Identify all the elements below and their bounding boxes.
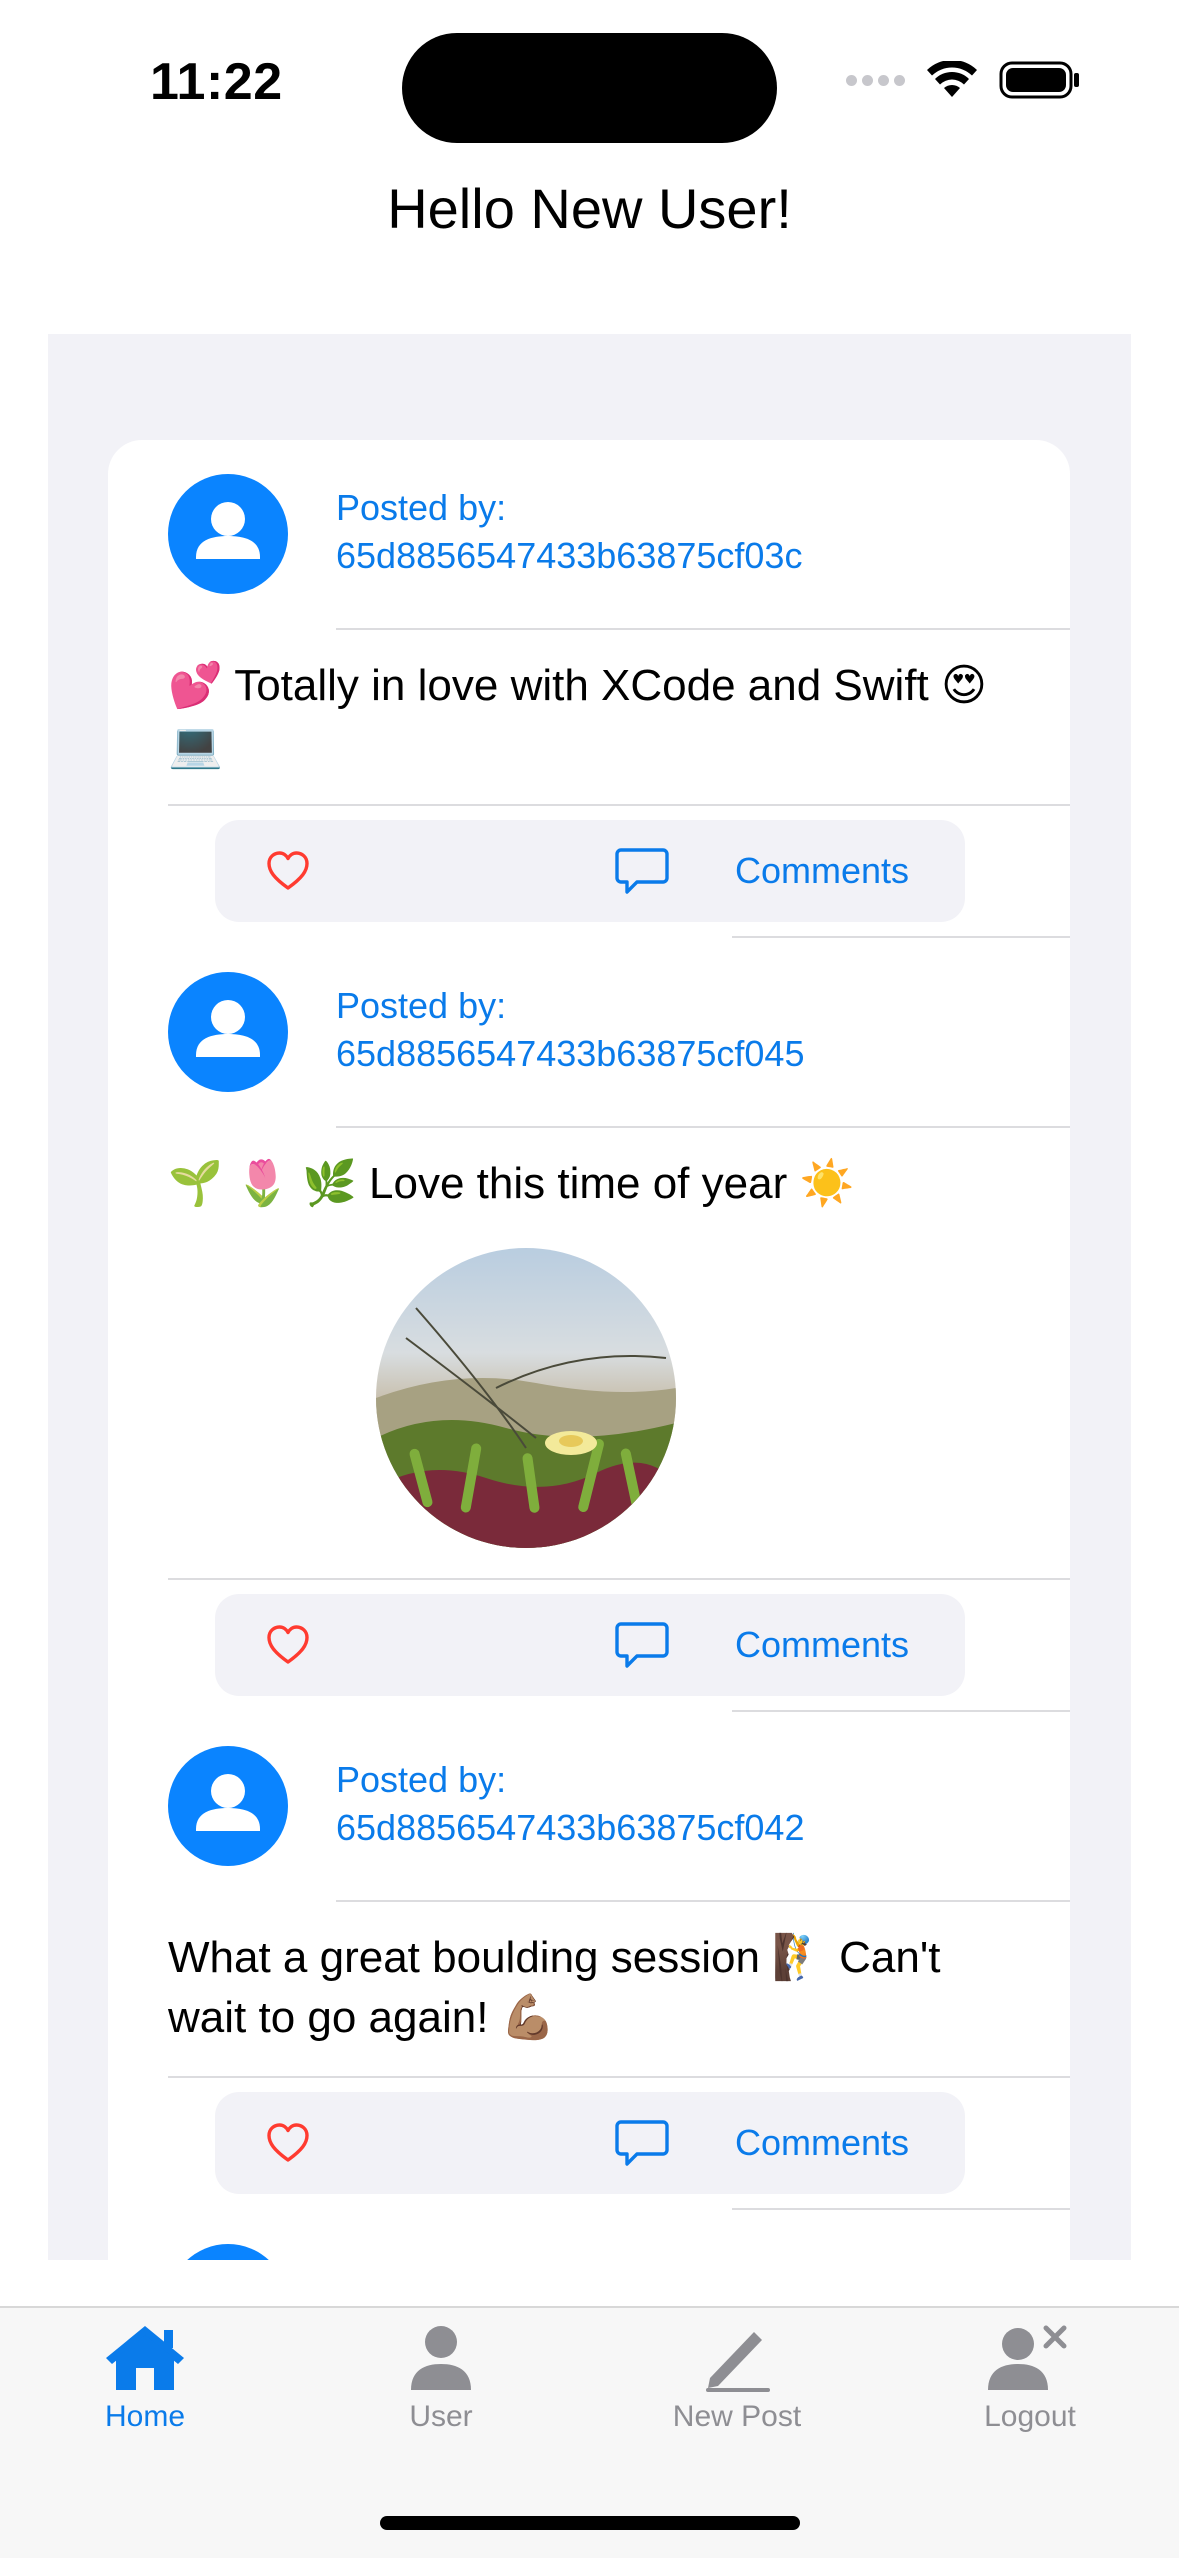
page-title: Hello New User! <box>387 177 792 240</box>
actions-bar: Comments <box>215 1594 965 1696</box>
post-header: Posted by: 65d8856547433b63875cf042 <box>108 1712 1070 1902</box>
comment-icon[interactable] <box>615 846 669 896</box>
actions-bar: Comments <box>215 2092 965 2194</box>
flower-photo <box>376 1248 676 1548</box>
dynamic-island <box>402 33 777 143</box>
post-item: Posted by: 65d8856547433b63875cf042 What… <box>108 1712 1070 2210</box>
tab-new-post[interactable]: New Post <box>642 2322 832 2434</box>
pencil-icon <box>706 2332 770 2392</box>
posted-by-label: Posted by: <box>336 487 507 528</box>
person-icon <box>196 1774 260 1831</box>
post-header: Posted by: 65d8856547433b63875cf03c <box>108 440 1070 630</box>
divider <box>336 1900 1070 1902</box>
author-block: Posted by: 65d8856547433b63875cf045 <box>336 982 804 1078</box>
wifi-icon <box>927 61 977 97</box>
heart-icon[interactable] <box>265 2120 311 2166</box>
person-icon <box>196 502 260 559</box>
avatar <box>168 1746 288 1866</box>
posted-by-label: Posted by: <box>336 985 507 1026</box>
comment-icon[interactable] <box>615 2118 669 2168</box>
avatar <box>168 972 288 1092</box>
person-xmark-icon <box>988 2325 1067 2390</box>
post-text: What a great boulding session 🧗 Can't wa… <box>168 1933 941 2042</box>
status-time: 11:22 <box>150 53 283 111</box>
posted-by-label: Posted by: <box>336 1759 507 1800</box>
post-item: Posted by: 65d8856547433b63875cf045 🌱 🌷 … <box>108 938 1070 1712</box>
post-text: 💕 Totally in love with XCode and Swift 😍… <box>168 661 987 770</box>
house-icon <box>106 2326 184 2390</box>
post-actions: Comments <box>108 806 1070 938</box>
comment-icon[interactable] <box>615 1620 669 1670</box>
battery-icon <box>999 61 1079 99</box>
tab-label: Logout <box>984 2400 1076 2433</box>
person-icon <box>411 2326 471 2390</box>
comments-button[interactable]: Comments <box>735 1594 909 1696</box>
status-indicators <box>846 60 1081 100</box>
comments-button[interactable]: Comments <box>735 2092 909 2194</box>
feed-list[interactable]: Posted by: 65d8856547433b63875cf03c 💕 To… <box>48 334 1131 2260</box>
heart-icon[interactable] <box>265 1622 311 1668</box>
tab-label: New Post <box>672 2400 802 2433</box>
tab-label: Home <box>104 2400 186 2433</box>
avatar <box>168 2244 288 2260</box>
post-actions: Comments <box>108 1580 1070 1712</box>
divider <box>336 628 1070 630</box>
tab-label: User <box>409 2400 473 2433</box>
post-header <box>108 2210 1070 2260</box>
feed-card: Posted by: 65d8856547433b63875cf03c 💕 To… <box>108 440 1070 2260</box>
post-actions: Comments <box>108 2078 1070 2210</box>
post-item: Posted by: 65d8856547433b63875cf03c 💕 To… <box>108 440 1070 938</box>
person-icon <box>168 2244 288 2260</box>
comments-button[interactable]: Comments <box>735 820 909 922</box>
post-item-partial <box>108 2210 1070 2260</box>
tab-home[interactable]: Home <box>50 2322 240 2434</box>
actions-bar: Comments <box>215 820 965 922</box>
tab-logout[interactable]: Logout <box>935 2322 1125 2434</box>
tab-user[interactable]: User <box>346 2322 536 2434</box>
post-header: Posted by: 65d8856547433b63875cf045 <box>108 938 1070 1128</box>
author-block: Posted by: 65d8856547433b63875cf03c <box>336 484 802 580</box>
home-indicator[interactable] <box>380 2516 800 2530</box>
author-id: 65d8856547433b63875cf045 <box>336 1033 805 1074</box>
author-block: Posted by: 65d8856547433b63875cf042 <box>336 1756 804 1852</box>
post-text: 🌱 🌷 🌿 Love this time of year ☀️ <box>168 1159 855 1208</box>
post-image <box>376 1248 676 1548</box>
author-id: 65d8856547433b63875cf042 <box>336 1807 805 1848</box>
cellular-signal-icon <box>846 74 905 86</box>
heart-icon[interactable] <box>265 848 311 894</box>
divider <box>336 1126 1070 1128</box>
person-icon <box>196 1000 260 1057</box>
avatar <box>168 474 288 594</box>
author-id: 65d8856547433b63875cf03c <box>336 535 803 576</box>
